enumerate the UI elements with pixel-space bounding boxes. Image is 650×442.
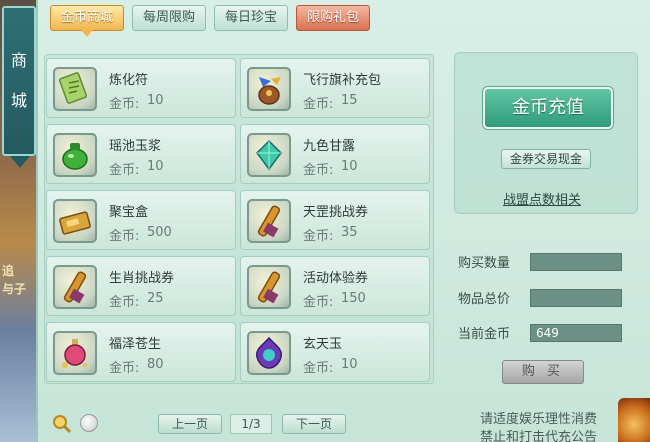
- title-char: 商: [10, 51, 27, 70]
- item-card[interactable]: 飞行旗补充包 金币: 15: [240, 58, 430, 118]
- page-indicator: 1/3: [230, 414, 272, 434]
- item-name: 瑶池玉浆: [109, 139, 162, 154]
- price-label: 金币:: [303, 229, 334, 244]
- item-card[interactable]: 福泽苍生 金币: 80: [46, 322, 236, 382]
- item-name: 九色甘露: [303, 139, 356, 154]
- item-price: 10: [147, 93, 164, 108]
- tab-gold-shop[interactable]: 金币商城: [50, 5, 125, 37]
- item-price: 150: [341, 291, 366, 306]
- price-label: 金币:: [109, 97, 140, 112]
- item-name: 飞行旗补充包: [303, 73, 382, 88]
- buy-button[interactable]: 购 买: [502, 360, 584, 384]
- voucher-exchange-button[interactable]: 金券交易现金: [501, 149, 591, 169]
- item-name: 聚宝盒: [109, 205, 149, 220]
- jade-pendant-icon: [247, 331, 291, 375]
- total-price-field: [530, 289, 622, 307]
- item-price: 25: [147, 291, 164, 306]
- price-label: 金币:: [109, 229, 140, 244]
- shop-title-tab: 商 城: [2, 6, 36, 168]
- item-name: 玄天玉: [303, 337, 343, 352]
- scroll-icon: [53, 265, 97, 309]
- item-price: 15: [341, 93, 358, 108]
- treasure-chest-icon[interactable]: [618, 398, 650, 442]
- price-label: 金币:: [303, 361, 334, 376]
- tab-weekly-limited[interactable]: 每周限购: [132, 5, 207, 31]
- total-price-label: 物品总价: [458, 292, 511, 307]
- item-card[interactable]: 生肖挑战券 金币: 25: [46, 256, 236, 316]
- potion-bottle-icon: [53, 331, 97, 375]
- item-price: 10: [341, 357, 358, 372]
- price-label: 金币:: [109, 361, 140, 376]
- notice-text: 请适度娱乐理性消费: [480, 412, 598, 427]
- tab-limited-gift-pack[interactable]: 限购礼包: [296, 5, 371, 31]
- price-label: 金币:: [109, 163, 140, 178]
- item-price: 10: [147, 159, 164, 174]
- price-label: 金币:: [303, 97, 334, 112]
- item-card[interactable]: 天罡挑战券 金币: 35: [240, 190, 430, 250]
- item-card[interactable]: 九色甘露 金币: 10: [240, 124, 430, 184]
- scenery-text: 与子: [2, 282, 27, 296]
- item-name: 生肖挑战券: [109, 271, 175, 286]
- item-price: 500: [147, 225, 172, 240]
- treasure-box-icon: [53, 199, 97, 243]
- item-name: 炼化符: [109, 73, 149, 88]
- current-gold-field: 649: [530, 324, 622, 342]
- item-card[interactable]: 活动体验券 金币: 150: [240, 256, 430, 316]
- jade-jar-icon: [53, 133, 97, 177]
- title-char: 城: [10, 91, 27, 110]
- recharge-box: 金币充值 金券交易现金 战盟点数相关: [454, 52, 638, 214]
- item-name: 福泽苍生: [109, 337, 162, 352]
- price-label: 金币:: [303, 163, 334, 178]
- item-card[interactable]: 玄天玉 金币: 10: [240, 322, 430, 382]
- item-card[interactable]: 瑶池玉浆 金币: 10: [46, 124, 236, 184]
- magnifier-icon[interactable]: [52, 414, 72, 434]
- price-label: 金币:: [109, 295, 140, 310]
- prev-page-button[interactable]: 上一页: [158, 414, 222, 434]
- shop-tabs: 金币商城 每周限购 每日珍宝 限购礼包: [50, 5, 371, 37]
- scroll-icon: [247, 265, 291, 309]
- current-gold-label: 当前金币: [458, 327, 511, 342]
- next-page-button[interactable]: 下一页: [282, 414, 346, 434]
- scenery-text: 追: [2, 264, 15, 278]
- price-label: 金币:: [303, 295, 334, 310]
- quantity-input[interactable]: [530, 253, 622, 271]
- flag-bag-icon: [247, 67, 291, 111]
- notice-text[interactable]: 禁止和打击代充公告: [480, 426, 597, 442]
- item-card[interactable]: 聚宝盒 金币: 500: [46, 190, 236, 250]
- quantity-label: 购买数量: [458, 256, 511, 271]
- nectar-gem-icon: [247, 133, 291, 177]
- item-price: 35: [341, 225, 358, 240]
- item-price: 80: [147, 357, 164, 372]
- scroll-icon: [247, 199, 291, 243]
- talisman-icon: [53, 67, 97, 111]
- alliance-points-link[interactable]: 战盟点数相关: [503, 189, 581, 208]
- item-price: 10: [341, 159, 358, 174]
- circle-icon[interactable]: [80, 414, 98, 432]
- gold-recharge-button[interactable]: 金币充值: [483, 87, 613, 129]
- item-name: 活动体验券: [303, 271, 369, 286]
- item-card[interactable]: 炼化符 金币: 10: [46, 58, 236, 118]
- item-name: 天罡挑战券: [303, 205, 369, 220]
- tab-daily-treasure[interactable]: 每日珍宝: [214, 5, 289, 31]
